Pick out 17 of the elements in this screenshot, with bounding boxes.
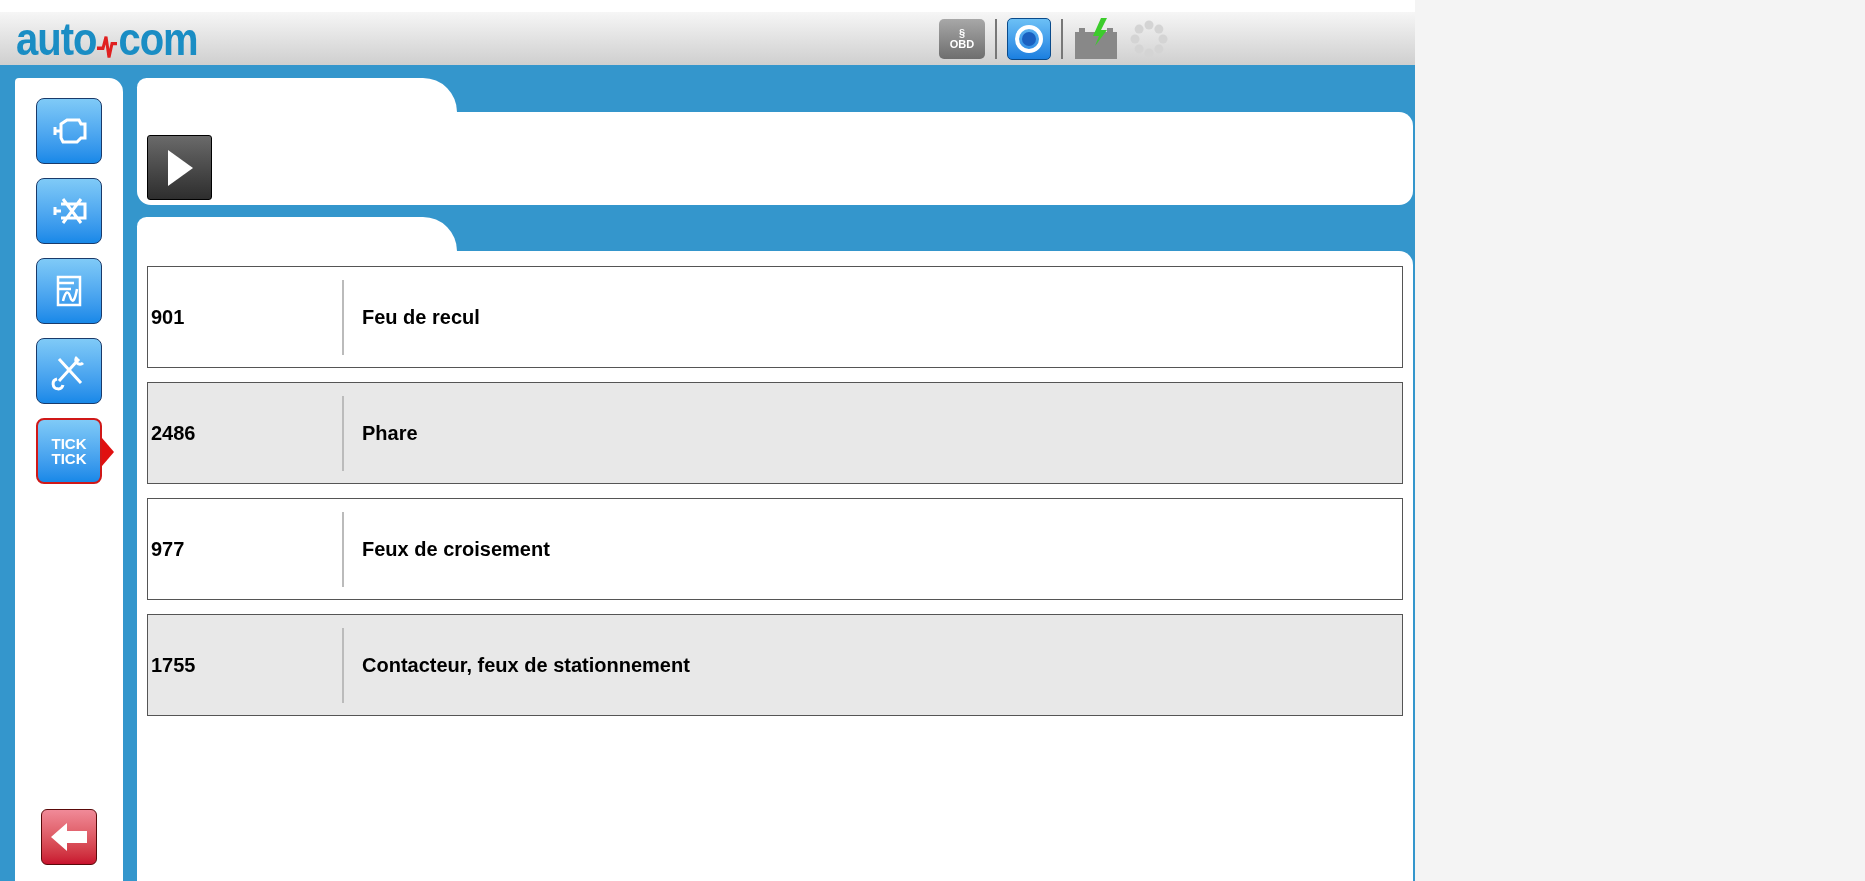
logo-text: com xyxy=(118,15,198,62)
code-cell-text: 901 xyxy=(150,305,186,330)
code-cell-text: 2486 xyxy=(150,421,197,446)
list-row[interactable]: 2486 Phare xyxy=(147,382,1403,484)
name-cell-text: Feux de croisement xyxy=(361,537,550,562)
section-sign: § xyxy=(958,27,966,39)
list-row[interactable]: 901 Feu de recul xyxy=(147,266,1403,368)
name-cell-text: Phare xyxy=(361,421,418,446)
list-row[interactable]: 1755 Contacteur, feux de stationnement xyxy=(147,614,1403,716)
list-row[interactable]: 977 Feux de croisement xyxy=(147,498,1403,600)
name-cell-text: Contacteur, feux de stationnement xyxy=(361,653,690,678)
logo-text: auto xyxy=(16,15,97,62)
code-cell-text: 1755 xyxy=(150,653,197,678)
code-cell-text: 977 xyxy=(150,537,186,562)
obd-label: OBD xyxy=(949,38,975,50)
obd-button[interactable]: § OBD xyxy=(939,18,985,59)
name-cell-text: Feu de recul xyxy=(361,305,480,330)
